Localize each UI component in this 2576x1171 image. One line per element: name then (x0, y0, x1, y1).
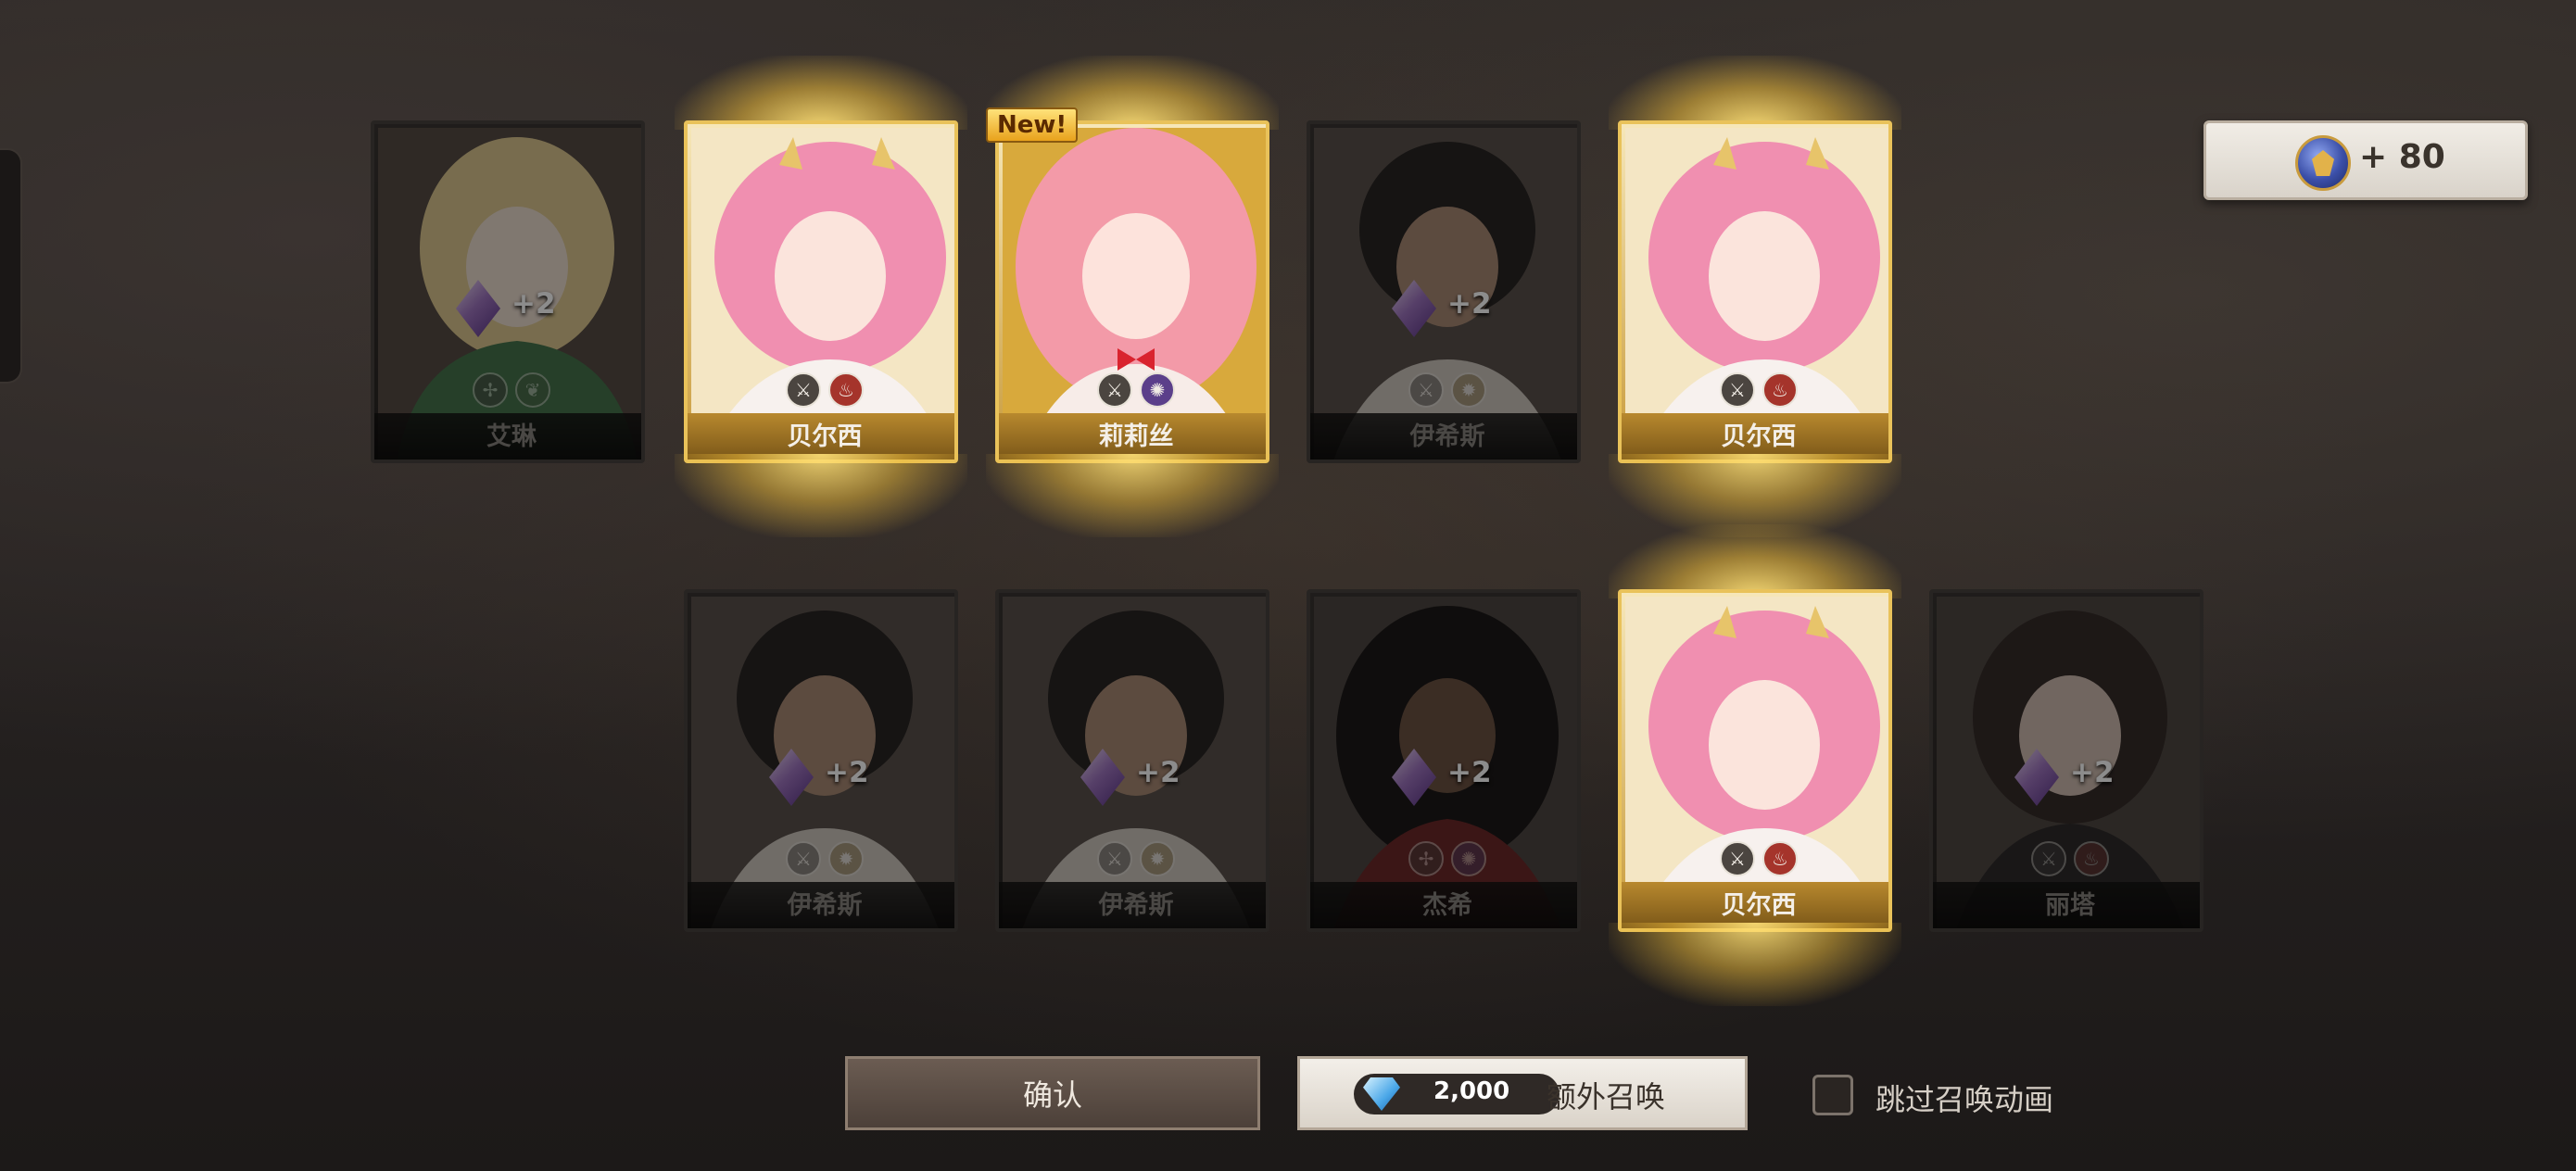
summon-medal-icon (2295, 135, 2351, 191)
fire-icon: ♨ (2074, 841, 2109, 876)
sword-icon: ⚔ (1097, 841, 1132, 876)
character-card[interactable]: +2 ⚔ ✹ 伊希斯 (995, 589, 1269, 932)
crystal-bonus: +2 (2070, 756, 2115, 789)
crystal-bonus: +2 (1447, 287, 1492, 321)
leaf-icon: ❦ (515, 372, 550, 408)
sword-icon: ⚔ (1097, 372, 1132, 408)
side-drawer-tab[interactable] (0, 148, 22, 384)
character-name: 莉莉丝 (1098, 422, 1174, 451)
sword-icon: ⚔ (1408, 372, 1444, 408)
dark-icon: ✺ (1140, 372, 1175, 408)
sword-icon: ⚔ (1720, 372, 1755, 408)
light-icon: ✹ (1451, 372, 1486, 408)
character-name: 艾琳 (486, 422, 537, 451)
character-card[interactable]: +2 ⚔ ♨ 丽塔 (1929, 589, 2203, 932)
sword-icon: ⚔ (1720, 841, 1755, 876)
character-card[interactable]: ⚔ ♨ 贝尔西 (1609, 524, 1901, 1006)
fire-icon: ♨ (1762, 841, 1798, 876)
character-name: 杰希 (1422, 891, 1472, 920)
summon-cost: 2,000 (1433, 1077, 1510, 1105)
cost-pill: 2,000 (1354, 1074, 1559, 1114)
character-card[interactable]: +2 ✢ ✺ 杰希 (1307, 589, 1581, 932)
confirm-button[interactable]: 确认 (845, 1056, 1260, 1130)
reward-amount: + 80 (2359, 138, 2445, 176)
sword-icon: ⚔ (2031, 841, 2066, 876)
character-name: 贝尔西 (787, 422, 863, 451)
character-card[interactable]: +2 ⚔ ✹ 伊希斯 (684, 589, 958, 932)
fire-icon: ♨ (1762, 372, 1798, 408)
extra-summon-button[interactable]: 2,000 额外召唤 (1297, 1056, 1748, 1130)
character-card[interactable]: ⚔ ♨ 贝尔西 (675, 56, 967, 537)
extra-summon-label: 额外召唤 (1547, 1079, 1666, 1114)
character-name: 伊希斯 (1098, 891, 1174, 920)
character-name: 伊希斯 (1409, 422, 1485, 451)
light-icon: ✹ (828, 841, 864, 876)
new-badge: New! (986, 107, 1079, 143)
sword-icon: ⚔ (786, 372, 821, 408)
crystal-bonus: +2 (825, 756, 869, 789)
character-name: 伊希斯 (787, 891, 863, 920)
character-name: 贝尔西 (1721, 422, 1797, 451)
skip-animation-label[interactable]: 跳过召唤动画 (1875, 1077, 2053, 1119)
skip-animation-checkbox[interactable] (1812, 1075, 1853, 1115)
reward-counter: + 80 (2203, 120, 2528, 200)
diamond-icon (1363, 1077, 1400, 1111)
character-name: 丽塔 (2045, 891, 2095, 920)
sword-icon: ⚔ (786, 841, 821, 876)
fire-icon: ♨ (828, 372, 864, 408)
wind-icon: ✢ (473, 372, 508, 408)
character-card[interactable]: ⚔ ♨ 贝尔西 (1609, 56, 1901, 537)
character-card[interactable]: +2 ⚔ ✹ 伊希斯 (1307, 120, 1581, 463)
crystal-bonus: +2 (511, 287, 556, 321)
crystal-bonus: +2 (1136, 756, 1181, 789)
confirm-label: 确认 (1022, 1077, 1082, 1113)
crystal-bonus: +2 (1447, 756, 1492, 789)
wind-icon: ✢ (1408, 841, 1444, 876)
character-card[interactable]: ⚔ ✺ 莉莉丝 New! (986, 56, 1279, 537)
character-name: 贝尔西 (1721, 891, 1797, 920)
dark-icon: ✺ (1451, 841, 1486, 876)
character-card[interactable]: +2 ✢ ❦ 艾琳 (371, 120, 645, 463)
light-icon: ✹ (1140, 841, 1175, 876)
